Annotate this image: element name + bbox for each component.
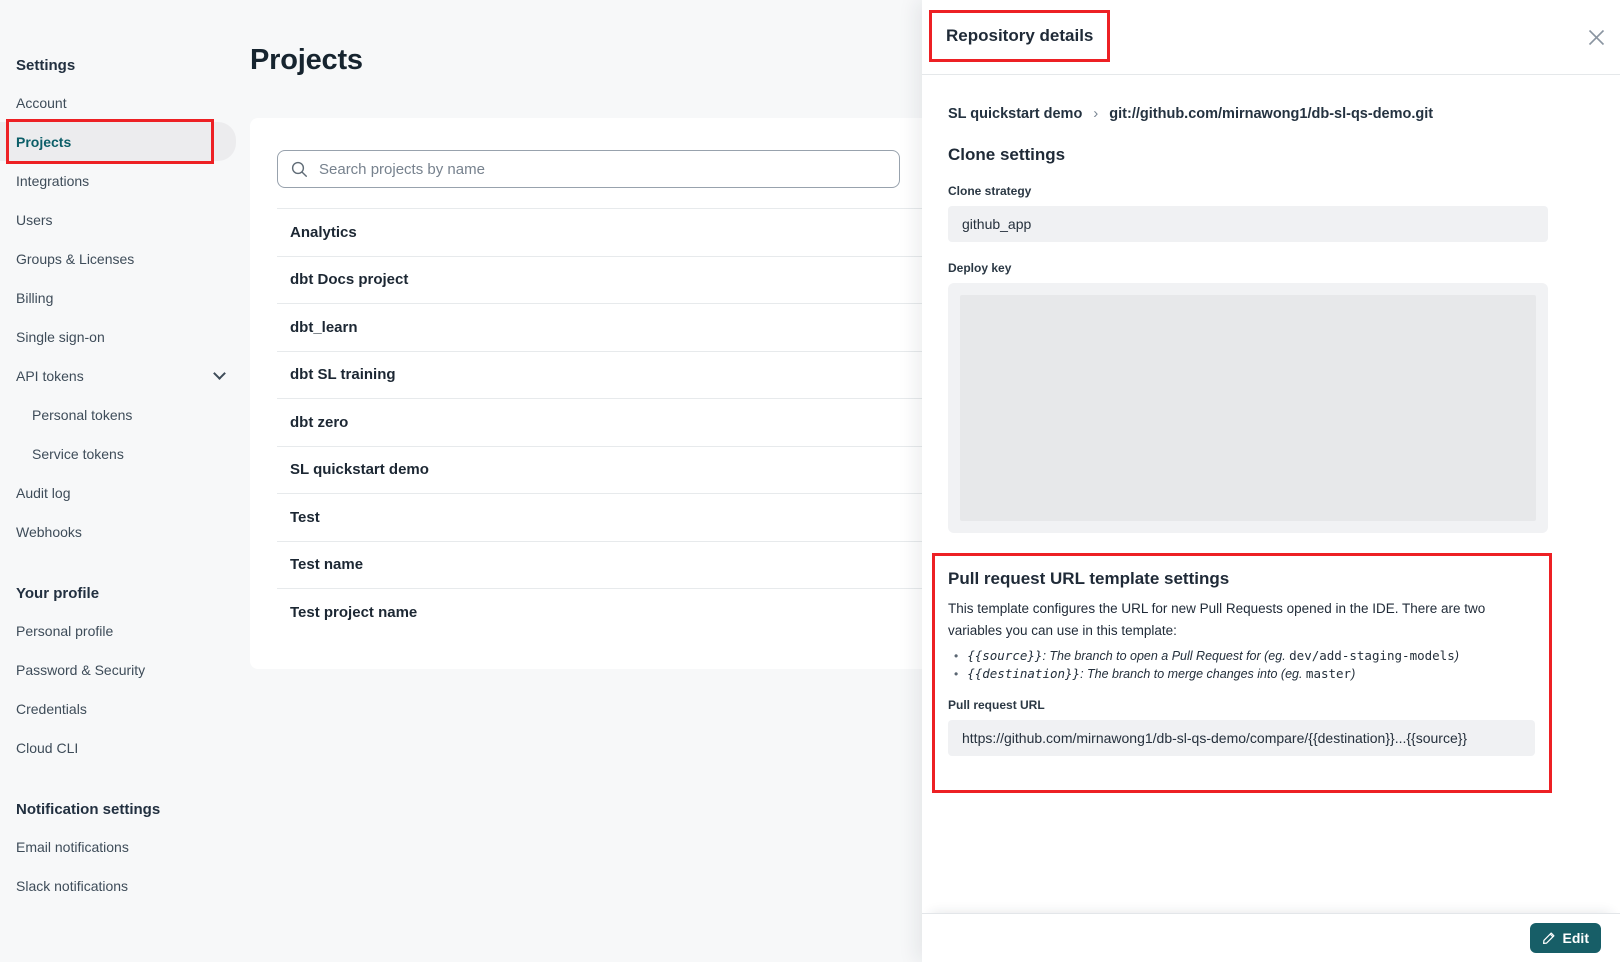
pr-variable-destination: • {{destination}}: The branch to merge c… <box>954 666 1535 681</box>
sidebar-item-personal-profile[interactable]: Personal profile <box>0 611 240 650</box>
sidebar-item-cloud-cli[interactable]: Cloud CLI <box>0 728 240 767</box>
sidebar-item-password-security[interactable]: Password & Security <box>0 650 240 689</box>
page-title: Projects <box>250 44 363 77</box>
sidebar-item-credentials[interactable]: Credentials <box>0 689 240 728</box>
pr-template-variables-list: • {{source}}: The branch to open a Pull … <box>954 648 1535 681</box>
clone-strategy-label: Clone strategy <box>948 184 1548 198</box>
sidebar-item-billing[interactable]: Billing <box>0 278 240 317</box>
clone-settings-heading: Clone settings <box>948 145 1548 165</box>
deploy-key-redacted-content <box>960 295 1536 521</box>
sidebar-item-api-tokens[interactable]: API tokens <box>0 356 240 395</box>
repository-details-panel: Repository details SL quickstart demo › … <box>922 0 1620 962</box>
pull-request-url-value: https://github.com/mirnawong1/db-sl-qs-d… <box>948 720 1535 756</box>
panel-footer: Edit <box>922 913 1620 962</box>
sidebar-item-email-notifications[interactable]: Email notifications <box>0 827 240 866</box>
pr-variable-source: • {{source}}: The branch to open a Pull … <box>954 648 1535 663</box>
sidebar-item-single-sign-on[interactable]: Single sign-on <box>0 317 240 356</box>
sidebar-item-projects[interactable]: Projects <box>0 122 236 161</box>
settings-sidebar: Settings Account Projects Integrations U… <box>0 0 240 905</box>
pr-template-heading: Pull request URL template settings <box>948 569 1535 589</box>
sidebar-item-account[interactable]: Account <box>0 83 240 122</box>
sidebar-item-personal-tokens[interactable]: Personal tokens <box>0 395 240 434</box>
deploy-key-box <box>948 283 1548 533</box>
search-icon <box>291 161 308 178</box>
sidebar-item-slack-notifications[interactable]: Slack notifications <box>0 866 240 905</box>
breadcrumb-project[interactable]: SL quickstart demo <box>948 106 1082 122</box>
panel-header: Repository details <box>922 0 1620 75</box>
pencil-icon <box>1542 931 1556 945</box>
panel-title: Repository details <box>946 26 1093 45</box>
sidebar-item-groups-licenses[interactable]: Groups & Licenses <box>0 239 240 278</box>
annotation-box-pr-template-section: Pull request URL template settings This … <box>932 553 1552 793</box>
sidebar-item-webhooks[interactable]: Webhooks <box>0 512 240 551</box>
bullet-icon: • <box>954 649 958 663</box>
sidebar-heading-settings: Settings <box>0 48 240 83</box>
close-icon[interactable] <box>1585 26 1607 48</box>
pr-template-description: This template configures the URL for new… <box>948 598 1535 641</box>
panel-body: SL quickstart demo › git://github.com/mi… <box>922 75 1620 913</box>
sidebar-item-integrations[interactable]: Integrations <box>0 161 240 200</box>
pull-request-url-label: Pull request URL <box>948 698 1535 712</box>
sidebar-heading-notification-settings: Notification settings <box>0 792 240 827</box>
search-input[interactable] <box>317 160 886 179</box>
chevron-down-icon[interactable] <box>213 367 226 380</box>
sidebar-item-audit-log[interactable]: Audit log <box>0 473 240 512</box>
sidebar-item-service-tokens[interactable]: Service tokens <box>0 434 240 473</box>
project-search-field[interactable] <box>277 150 900 188</box>
sidebar-heading-your-profile: Your profile <box>0 576 240 611</box>
breadcrumb: SL quickstart demo › git://github.com/mi… <box>948 105 1548 122</box>
deploy-key-label: Deploy key <box>948 261 1548 275</box>
annotation-box-repository-details: Repository details <box>929 10 1110 62</box>
bullet-icon: • <box>954 667 958 681</box>
clone-strategy-value: github_app <box>948 206 1548 242</box>
sidebar-item-users[interactable]: Users <box>0 200 240 239</box>
chevron-right-icon: › <box>1093 105 1098 122</box>
edit-button[interactable]: Edit <box>1530 923 1601 953</box>
breadcrumb-repo-url: git://github.com/mirnawong1/db-sl-qs-dem… <box>1109 106 1433 122</box>
